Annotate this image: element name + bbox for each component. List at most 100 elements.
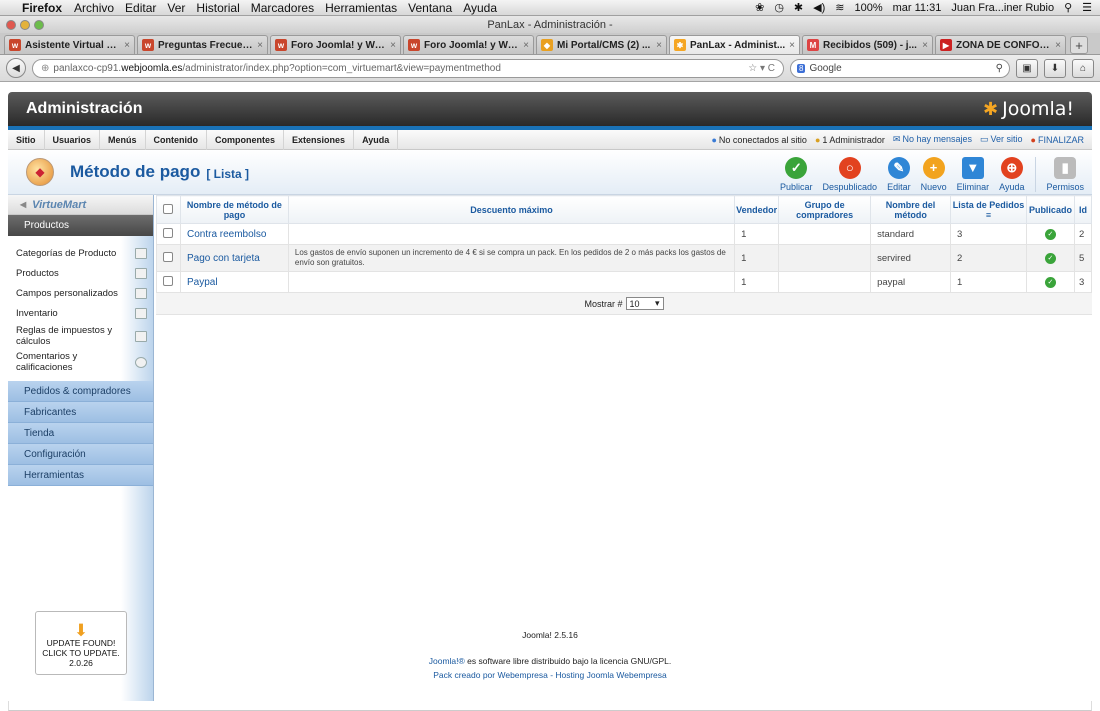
publish-button[interactable]: ✓ Publicar (775, 156, 818, 192)
row-checkbox[interactable] (163, 275, 174, 286)
menu-sitio[interactable]: Sitio (8, 129, 45, 150)
os-menu-ayuda[interactable]: Ayuda (463, 1, 497, 15)
battery-status[interactable]: 100% (854, 2, 882, 14)
close-tab-icon[interactable]: × (523, 40, 529, 51)
sidebar-section-configuration[interactable]: Configuración (8, 444, 153, 465)
os-menu-marcadores[interactable]: Marcadores (251, 1, 314, 15)
bluetooth-icon[interactable]: ✱ (794, 1, 803, 14)
sidebar-section-shop[interactable]: Tienda (8, 423, 153, 444)
url-bar[interactable]: ⊕ panlaxco-cp91. webjoomla.es/administrat… (32, 58, 784, 78)
os-menu-editar[interactable]: Editar (125, 1, 156, 15)
minimize-window-button[interactable] (20, 19, 30, 30)
published-check-icon[interactable]: ✓ (1044, 252, 1056, 264)
close-tab-icon[interactable]: × (789, 40, 795, 51)
close-window-button[interactable] (6, 19, 16, 30)
sidebar-section-tools[interactable]: Herramientas (8, 465, 153, 486)
column-header-id[interactable]: Id (1073, 195, 1093, 224)
row-checkbox[interactable] (163, 251, 174, 262)
app-name[interactable]: Firefox (22, 1, 62, 15)
edit-button[interactable]: ✎ Editar (882, 156, 916, 192)
sidebar-item-categories[interactable]: Categorías de Producto (8, 243, 153, 263)
os-menu-herramientas[interactable]: Herramientas (325, 1, 397, 15)
zoom-window-button[interactable] (34, 19, 44, 30)
sidebar-item-reviews[interactable]: Comentarios y calificaciones (8, 349, 153, 375)
column-header-published[interactable]: Publicado (1025, 195, 1075, 224)
column-header-discount[interactable]: Descuento máximo (287, 195, 736, 224)
browser-tab[interactable]: ▶ ZONA DE CONFOR... × (935, 35, 1066, 54)
select-all-checkbox[interactable] (163, 203, 174, 214)
sidebar-section-orders[interactable]: Pedidos & compradores (8, 381, 153, 402)
os-menu-archivo[interactable]: Archivo (74, 1, 114, 15)
browser-tab-active[interactable]: ✱ PanLax - Administ... × (669, 35, 800, 54)
logout-link[interactable]: ● FINALIZAR (1031, 135, 1084, 145)
sync-icon[interactable]: ❀ (755, 1, 764, 14)
browser-tab[interactable]: w Asistente Virtual S... × (4, 35, 135, 54)
browser-tab[interactable]: w Preguntas Frecuen... × (137, 35, 268, 54)
menu-menus[interactable]: Menús (100, 129, 146, 150)
help-button[interactable]: ⊕ Ayuda (994, 156, 1029, 192)
search-icon[interactable]: ⚲ (996, 63, 1003, 74)
close-tab-icon[interactable]: × (656, 40, 662, 51)
sort-icon[interactable]: ≡ (986, 210, 991, 220)
spotlight-icon[interactable]: ⚲ (1064, 1, 1072, 14)
menu-contenido[interactable]: Contenido (146, 129, 208, 150)
bookmarks-button[interactable]: ▣ (1016, 58, 1038, 78)
payment-name-link[interactable]: Pago con tarjeta (179, 244, 289, 272)
close-tab-icon[interactable]: × (922, 40, 928, 51)
browser-tab[interactable]: w Foro Joomla! y Wo... × (403, 35, 534, 54)
sidebar-section-products[interactable]: Productos (8, 215, 153, 236)
new-tab-button[interactable]: + (1070, 36, 1088, 54)
published-check-icon[interactable]: ✓ (1044, 228, 1056, 240)
sidebar-item-inventory[interactable]: Inventario (8, 303, 153, 323)
search-engine-icon[interactable]: 8 (797, 63, 806, 73)
unpublish-button[interactable]: ○ Despublicado (818, 156, 883, 192)
close-tab-icon[interactable]: × (124, 40, 130, 51)
column-header-name[interactable]: Nombre de método de pago (179, 195, 289, 224)
menu-componentes[interactable]: Componentes (207, 129, 285, 150)
payment-name-link[interactable]: Paypal (179, 271, 289, 293)
limit-select[interactable]: 10 ▾ (625, 297, 664, 310)
virtuemart-logo[interactable]: ◀ VirtueMart (8, 195, 153, 215)
sidebar-item-products[interactable]: Productos (8, 263, 153, 283)
sidebar-section-manufacturers[interactable]: Fabricantes (8, 402, 153, 423)
view-site-link[interactable]: ▭ Ver sitio (980, 134, 1023, 145)
joomla-logo[interactable]: ✱ Joomla! (983, 98, 1074, 120)
messages-link[interactable]: ✉ No hay mensajes (893, 134, 972, 145)
browser-tab[interactable]: w Foro Joomla! y Wo... × (270, 35, 401, 54)
browser-tab[interactable]: ◆ Mi Portal/CMS (2) ... × (536, 35, 667, 54)
column-header-order[interactable]: Lista de Pedidos ≡ (950, 195, 1027, 224)
os-menu-historial[interactable]: Historial (196, 1, 239, 15)
downloads-button[interactable]: ⬇ (1044, 58, 1066, 78)
home-button[interactable]: ⌂ (1072, 58, 1094, 78)
close-tab-icon[interactable]: × (257, 40, 263, 51)
sidebar-item-custom-fields[interactable]: Campos personalizados (8, 283, 153, 303)
close-tab-icon[interactable]: × (1055, 40, 1061, 51)
menu-extensiones[interactable]: Extensiones (284, 129, 355, 150)
sidebar-item-tax-rules[interactable]: Reglas de impuestos y cálculos (8, 323, 153, 349)
permissions-button[interactable]: ▮ Permisos (1035, 156, 1092, 192)
close-tab-icon[interactable]: × (390, 40, 396, 51)
delete-button[interactable]: ▼ Eliminar (952, 156, 995, 192)
os-menu-ventana[interactable]: Ventana (408, 1, 452, 15)
published-check-icon[interactable]: ✓ (1044, 276, 1056, 288)
search-input[interactable]: 8 Google ⚲ (790, 58, 1010, 78)
browser-tab[interactable]: M Recibidos (509) - j... × (802, 35, 933, 54)
clock-icon[interactable]: ◷ (774, 1, 784, 14)
reload-icon[interactable]: ☆ ▾ C (748, 63, 775, 74)
row-checkbox[interactable] (163, 227, 174, 238)
webempresa-link[interactable]: Pack creado por Webempresa - Hosting Joo… (433, 670, 667, 680)
volume-icon[interactable]: ◀) (813, 1, 825, 14)
payment-name-link[interactable]: Contra reembolso (179, 223, 289, 245)
wifi-icon[interactable]: ≋ (835, 1, 844, 14)
notifications-icon[interactable]: ☰ (1082, 1, 1092, 14)
column-header-group[interactable]: Grupo de compradores (778, 195, 872, 224)
os-menu-ver[interactable]: Ver (167, 1, 185, 15)
menu-ayuda[interactable]: Ayuda (354, 129, 399, 150)
joomla-link[interactable]: Joomla!® (429, 656, 465, 666)
back-button[interactable]: ◀ (6, 58, 26, 78)
new-button[interactable]: + Nuevo (916, 156, 952, 192)
collapse-icon[interactable]: ◀ (20, 200, 26, 209)
menu-usuarios[interactable]: Usuarios (45, 129, 101, 150)
os-user[interactable]: Juan Fra...iner Rubio (951, 2, 1054, 14)
os-clock[interactable]: mar 11:31 (893, 2, 942, 14)
